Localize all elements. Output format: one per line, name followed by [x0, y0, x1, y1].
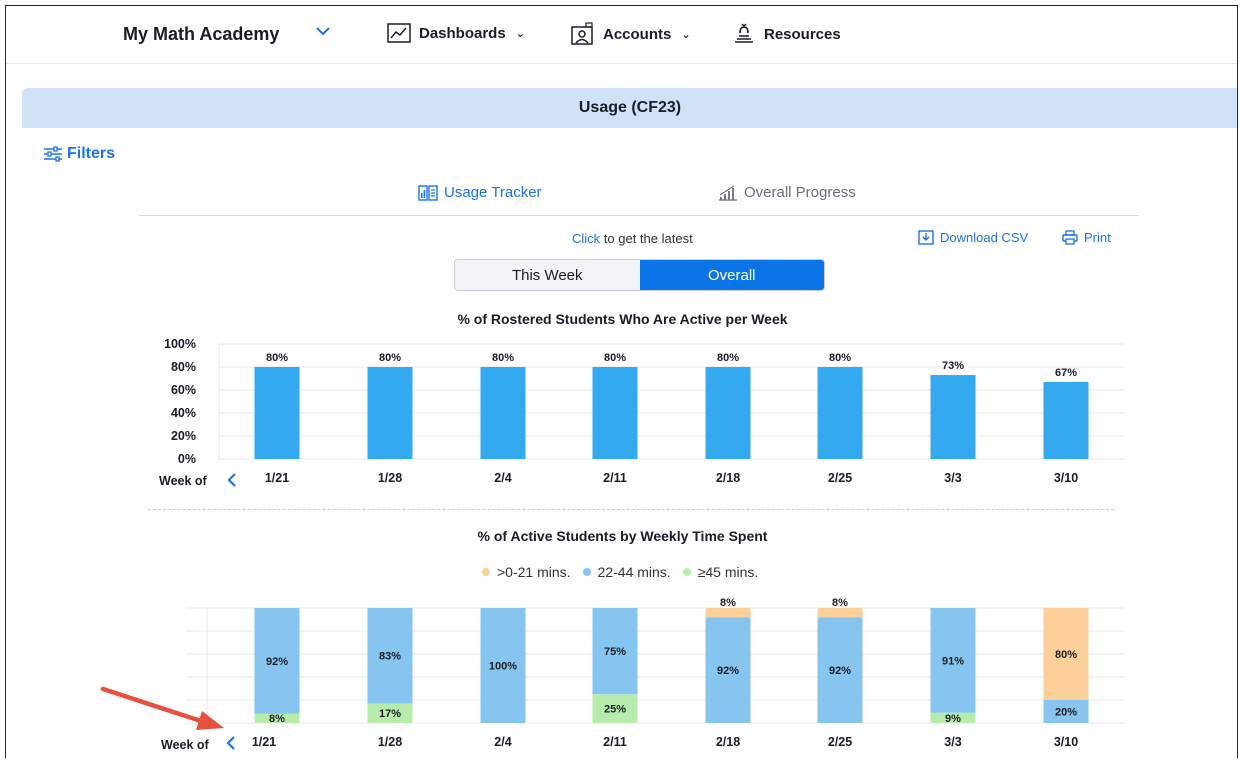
x-tick-label: 3/3 [944, 471, 961, 485]
data-label: 80% [492, 352, 514, 364]
app-window: My Math Academy Dashboards ⌄ Accounts ⌄ [5, 5, 1238, 758]
data-label: 73% [942, 360, 964, 372]
x-tick-label: 2/4 [494, 735, 511, 749]
x-tick-label: 2/11 [603, 471, 627, 485]
x-tick-label: 2/18 [716, 735, 740, 749]
data-label: 80% [604, 352, 626, 364]
data-label: 80% [717, 352, 739, 364]
week-of-label: Week of [159, 474, 208, 488]
y-tick-label: 40% [171, 406, 196, 420]
data-label: 17% [379, 708, 401, 720]
y-tick-label: 60% [171, 383, 196, 397]
y-tick-label: 100% [164, 337, 196, 351]
x-tick-label: 3/10 [1054, 735, 1078, 749]
data-label: 67% [1055, 367, 1077, 379]
x-tick-label: 2/4 [494, 471, 511, 485]
data-label: 9% [945, 713, 961, 725]
y-tick-label: 20% [171, 429, 196, 443]
bar-active-3/10 [1043, 381, 1089, 459]
y-tick-label: 0% [178, 452, 196, 466]
stacked-bar-segment [817, 608, 863, 618]
data-label: 92% [266, 656, 288, 668]
x-tick-label: 1/28 [378, 471, 402, 485]
data-label: 75% [604, 646, 626, 658]
data-label: 92% [717, 665, 739, 677]
chevron-left-icon [226, 736, 235, 750]
x-tick-label: 1/28 [378, 735, 402, 749]
annotation-arrow-head [196, 711, 224, 730]
x-tick-label: 1/21 [252, 735, 276, 749]
x-tick-label: 2/18 [716, 471, 740, 485]
bar-active-2/11 [592, 367, 638, 459]
data-label: 25% [604, 704, 626, 716]
data-label: 92% [829, 665, 851, 677]
bar-active-1/21 [254, 367, 300, 459]
bar-active-2/18 [705, 367, 751, 459]
chevron-left-icon [227, 473, 236, 487]
x-tick-label: 3/10 [1054, 471, 1078, 485]
stacked-bar-segment [705, 608, 751, 618]
x-tick-label: 3/3 [944, 735, 961, 749]
data-label: 80% [266, 352, 288, 364]
x-tick-label: 2/11 [603, 735, 627, 749]
bar-active-2/25 [817, 367, 863, 459]
data-label: 80% [379, 352, 401, 364]
x-tick-label: 2/25 [828, 471, 852, 485]
data-label: 91% [942, 655, 964, 667]
data-label: 100% [489, 661, 517, 673]
bar-active-3/3 [930, 375, 976, 459]
data-label: 8% [720, 597, 736, 609]
charts-canvas: 0% 20% 40% 60% 80% 100% 80% 1/21 80% 1/28 80% 2/4 80… [100, 337, 1124, 752]
data-label: 83% [379, 651, 401, 663]
data-label: 80% [1055, 649, 1077, 661]
bar-active-2/4 [480, 367, 526, 459]
data-label: 80% [829, 352, 851, 364]
data-label: 8% [832, 597, 848, 609]
y-tick-label: 80% [171, 360, 196, 374]
x-tick-label: 2/25 [828, 735, 852, 749]
data-label: 8% [269, 713, 285, 725]
x-tick-label: 1/21 [265, 471, 289, 485]
bar-active-1/28 [367, 367, 413, 459]
data-label: 20% [1055, 707, 1077, 719]
week-of-label: Week of [161, 738, 210, 752]
annotation-arrow-shaft [100, 686, 207, 725]
